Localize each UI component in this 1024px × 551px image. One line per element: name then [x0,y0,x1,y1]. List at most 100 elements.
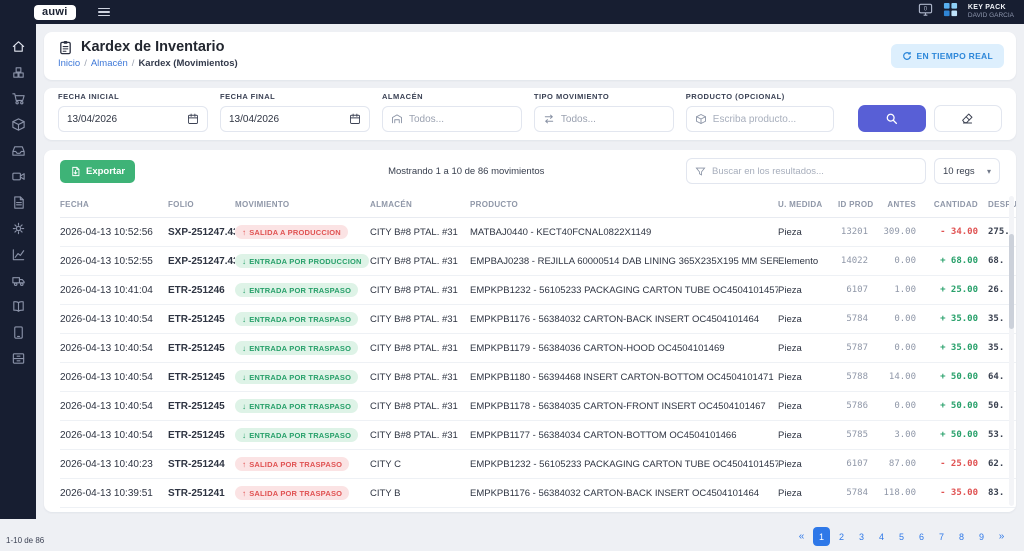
cell-folio: SXP-251247.43 [168,217,235,247]
column-header[interactable]: ANTES [878,192,926,218]
sidebar-item-inbox[interactable] [5,140,31,160]
column-header[interactable]: FECHA [60,192,168,218]
sidebar-item-home[interactable] [5,36,31,56]
almacen-label: ALMACÉN [382,92,423,101]
cell-fecha: 2026-04-13 10:40:54 [60,333,168,363]
cell-folio: STR-251241 [168,478,235,508]
cell-cantidad: + 50.00 [926,391,988,421]
sidebar-item-chart[interactable] [5,244,31,264]
table-wrapper: FECHA FOLIO MOVIMIENTO ALMACÉN PRODUCTO U. ME… [60,192,1016,508]
cell-unidad: Pieza [778,275,838,305]
cell-cantidad: - 34.00 [926,217,988,247]
apps-grid-icon[interactable] [943,2,958,22]
sidebar-item-book[interactable] [5,296,31,316]
user-menu[interactable]: KEY PACK DAVID GARCIA [968,4,1014,20]
producto-input[interactable] [712,113,825,125]
producto-label: PRODUCTO (OPCIONAL) [685,92,785,101]
page-size-select[interactable]: 10 regs ▾ [934,158,1000,184]
results-search-input[interactable] [712,165,917,177]
results-search-field[interactable] [686,158,926,184]
cell-antes: 1.00 [878,275,926,305]
cell-movimiento: ↑ SALIDA POR TRASPASO [235,449,370,479]
breadcrumb-almacen[interactable]: Almacén [91,58,128,69]
column-header[interactable]: ID PROD [838,192,878,218]
export-button[interactable]: Exportar [60,159,136,183]
home-icon [12,40,24,52]
fecha-inicial-field[interactable] [58,106,208,132]
scrollbar-thumb[interactable] [1009,234,1014,329]
prev-page-button[interactable]: « [793,527,810,546]
table-row: 2026-04-13 10:40:54 ETR-251245 ↓ ENTRADA PO… [60,333,1016,363]
page-button-1[interactable]: 1 [813,527,830,546]
column-header[interactable]: MOVIMIENTO [235,192,370,218]
results-range-text: 1-10 de 86 [6,536,45,545]
page-button-5[interactable]: 5 [893,527,910,546]
breadcrumb: Inicio / Almacén / Kardex (Movimientos) [58,58,238,69]
cell-almacen: CITY B#8 PTAL. #31 [370,362,470,392]
cell-unidad: Pieza [778,420,838,450]
breadcrumb-home[interactable]: Inicio [58,58,80,69]
cell-producto: EMPKPB1232 - 56105233 PACKAGING CARTON T… [470,449,778,479]
search-button[interactable] [857,105,926,132]
almacen-select[interactable]: Todos... [382,106,522,132]
next-page-button[interactable]: » [993,527,1010,546]
sidebar-item-gear[interactable] [5,218,31,238]
column-header[interactable]: FOLIO [168,192,235,218]
fecha-final-input[interactable] [229,113,349,125]
fecha-inicial-input[interactable] [67,113,187,125]
cell-movimiento: ↑ SALIDA A PRODUCCION [235,217,370,247]
cell-folio: ETR-251245 [168,333,235,363]
movement-badge: ↓ ENTRADA POR TRASPASO [235,399,359,413]
cell-fecha: 2026-04-13 10:40:54 [60,362,168,392]
cell-antes: 118.00 [878,478,926,508]
movement-badge: ↑ SALIDA POR TRASPASO [235,486,350,500]
cell-id-prod: 13201 [838,217,878,247]
cell-movimiento: ↓ ENTRADA POR TRASPASO [235,391,370,421]
menu-toggle-icon[interactable] [97,7,110,17]
cell-unidad: Pieza [778,333,838,363]
page-button-6[interactable]: 6 [913,527,930,546]
cell-cantidad: + 35.00 [926,304,988,334]
sidebar-item-tablet[interactable] [5,322,31,342]
warehouse-icon [392,114,402,124]
table-row: 2026-04-13 10:52:55 EXP-251247.43 ↓ ENTRADA… [60,246,1016,276]
gear-icon [12,222,24,234]
fecha-final-field[interactable] [220,106,370,132]
page-button-8[interactable]: 8 [953,527,970,546]
arrow-up-icon: ↑ [242,459,247,469]
column-header[interactable]: PRODUCTO [470,192,778,218]
sidebar-item-truck[interactable] [5,270,31,290]
cell-fecha: 2026-04-13 10:41:04 [60,275,168,305]
table-row: 2026-04-13 10:40:23 STR-251244 ↑ SALIDA POR… [60,449,1016,479]
cell-fecha: 2026-04-13 10:39:51 [60,478,168,508]
page-button-4[interactable]: 4 [873,527,890,546]
cell-cantidad: + 50.00 [926,362,988,392]
column-header[interactable]: ALMACÉN [370,192,470,218]
cart-icon [11,92,25,104]
cell-movimiento: ↓ ENTRADA POR PRODUCCION [235,246,370,276]
sidebar-item-cart[interactable] [5,88,31,108]
page-button-9[interactable]: 9 [973,527,990,546]
sidebar-item-pallet[interactable] [5,62,31,82]
clear-filters-button[interactable] [933,105,1003,132]
sidebar-item-box[interactable] [5,114,31,134]
sidebar-item-document[interactable] [5,192,31,212]
monitor-icon[interactable]: 0 [918,2,933,22]
column-header[interactable]: CANTIDAD [926,192,988,218]
producto-field[interactable] [685,106,834,132]
page-button-2[interactable]: 2 [833,527,850,546]
refresh-icon [902,52,911,60]
cell-antes: 0.00 [878,391,926,421]
table-scrollbar[interactable] [1009,196,1014,506]
cell-almacen: CITY B#8 PTAL. #31 [370,217,470,247]
column-header[interactable]: U. MEDIDA [778,192,838,218]
page-button-3[interactable]: 3 [853,527,870,546]
sidebar-item-drawer[interactable] [5,348,31,368]
sidebar-item-camera[interactable] [5,166,31,186]
cell-unidad: Pieza [778,478,838,508]
cell-movimiento: ↓ ENTRADA POR TRASPASO [235,333,370,363]
page-button-7[interactable]: 7 [933,527,950,546]
chevron-down-icon: ▾ [986,166,991,176]
tipo-movimiento-select[interactable]: Todos... [533,106,674,132]
realtime-button[interactable]: EN TIEMPO REAL [890,44,1004,68]
